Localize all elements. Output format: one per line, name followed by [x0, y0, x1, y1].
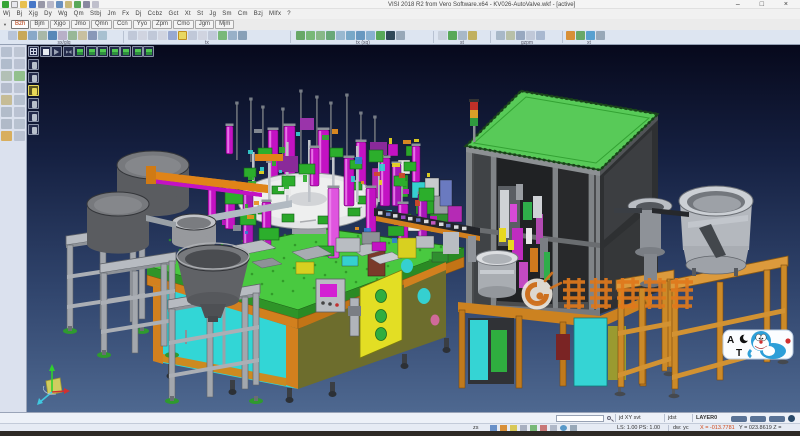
svg-text:A: A: [727, 335, 734, 346]
svg-text:T: T: [736, 348, 742, 359]
